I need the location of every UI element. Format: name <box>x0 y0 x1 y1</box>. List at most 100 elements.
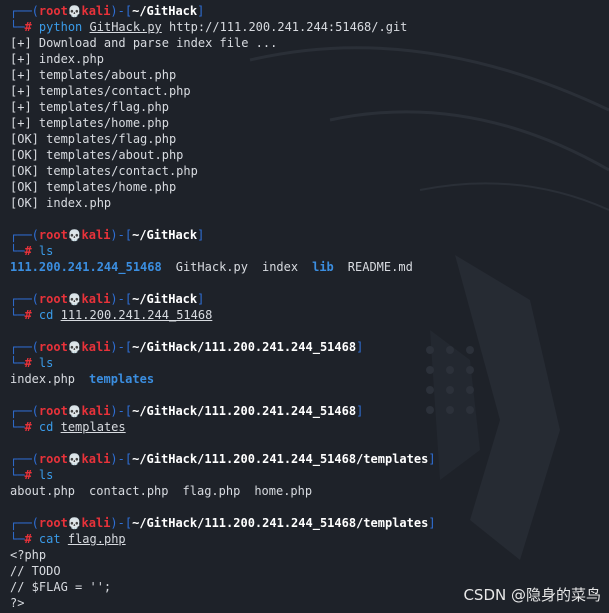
prompt-host: kali <box>81 292 111 306</box>
prompt-bracket-close: ] <box>428 516 436 530</box>
command-output: [+] Download and parse index file ... [+… <box>10 35 605 211</box>
prompt-separator: )-[ <box>110 4 133 18</box>
output-line: [+] templates/flag.php <box>10 100 169 114</box>
command-line: └─# ls <box>10 467 605 483</box>
prompt-user: root <box>38 4 68 18</box>
prompt-header: ┌──(root💀kali)-[~/GitHack/111.200.241.24… <box>10 403 605 419</box>
prompt-host: kali <box>81 4 111 18</box>
prompt-user: root <box>38 228 68 242</box>
prompt-user: root <box>38 516 68 530</box>
prompt-box-top: ┌──( <box>10 4 39 18</box>
prompt-cwd: ~/GitHack <box>132 292 198 306</box>
prompt-user: root <box>38 340 68 354</box>
command-arg-file: GitHack.py <box>89 20 162 34</box>
command-arg-path: templates <box>60 420 126 434</box>
command-name: ls <box>38 468 54 482</box>
prompt-separator: )-[ <box>110 404 133 418</box>
output-line: [+] templates/home.php <box>10 116 169 130</box>
prompt-box-top: ┌──( <box>10 228 39 242</box>
terminal-output: ┌──(root💀kali)-[~/GitHack] └─# python Gi… <box>10 3 605 611</box>
skull-icon: 💀 <box>67 293 82 306</box>
prompt-header: ┌──(root💀kali)-[~/GitHack] <box>10 3 605 19</box>
prompt-cwd: ~/GitHack <box>132 4 198 18</box>
ls-entry-file: GitHack.py <box>175 260 248 274</box>
ls-entry-file: home.php <box>254 484 313 498</box>
output-line: [+] templates/contact.php <box>10 84 191 98</box>
prompt-separator: )-[ <box>110 228 133 242</box>
command-name: cd <box>38 420 54 434</box>
ls-entry-dir: lib <box>312 260 334 274</box>
prompt-host: kali <box>81 340 111 354</box>
prompt-cwd: ~/GitHack <box>132 228 198 242</box>
prompt-box-top: ┌──( <box>10 340 39 354</box>
skull-icon: 💀 <box>67 453 82 466</box>
prompt-hash: # <box>24 532 32 546</box>
prompt-box-bottom: └─ <box>10 420 25 434</box>
prompt-user: root <box>38 452 68 466</box>
prompt-separator: )-[ <box>110 340 133 354</box>
command-line: └─# ls <box>10 243 605 259</box>
prompt-box-top: ┌──( <box>10 452 39 466</box>
prompt-separator: )-[ <box>110 452 133 466</box>
prompt-hash: # <box>24 356 32 370</box>
output-line: [+] index.php <box>10 52 104 66</box>
prompt-box-top: ┌──( <box>10 292 39 306</box>
prompt-box-top: ┌──( <box>10 404 39 418</box>
prompt-cwd: ~/GitHack/111.200.241.244_51468/template… <box>132 452 429 466</box>
prompt-header: ┌──(root💀kali)-[~/GitHack/111.200.241.24… <box>10 515 605 531</box>
output-line: [OK] templates/contact.php <box>10 164 198 178</box>
prompt-user: root <box>38 404 68 418</box>
prompt-hash: # <box>24 244 32 258</box>
prompt-cwd: ~/GitHack/111.200.241.244_51468 <box>132 340 357 354</box>
command-line: └─# python GitHack.py http://111.200.241… <box>10 19 605 35</box>
skull-icon: 💀 <box>67 405 82 418</box>
prompt-hash: # <box>24 20 32 34</box>
prompt-hash: # <box>24 468 32 482</box>
ls-entry-file: contact.php <box>89 484 169 498</box>
prompt-bracket-close: ] <box>428 452 436 466</box>
prompt-header: ┌──(root💀kali)-[~/GitHack/111.200.241.24… <box>10 339 605 355</box>
prompt-hash: # <box>24 308 32 322</box>
skull-icon: 💀 <box>67 341 82 354</box>
prompt-bracket-close: ] <box>356 404 364 418</box>
prompt-box-bottom: └─ <box>10 532 25 546</box>
prompt-bracket-close: ] <box>356 340 364 354</box>
output-line: [OK] index.php <box>10 196 112 210</box>
prompt-box-bottom: └─ <box>10 20 25 34</box>
command-name: cd <box>38 308 54 322</box>
output-line: [OK] templates/flag.php <box>10 132 177 146</box>
output-line: [OK] templates/about.php <box>10 148 184 162</box>
skull-icon: 💀 <box>67 229 82 242</box>
ls-entry-file: about.php <box>10 484 76 498</box>
prompt-box-bottom: └─ <box>10 244 25 258</box>
command-arg-path: 111.200.241.244_51468 <box>60 308 213 322</box>
prompt-separator: )-[ <box>110 292 133 306</box>
skull-icon: 💀 <box>67 517 82 530</box>
command-name: ls <box>38 244 54 258</box>
command-arg-url: http://111.200.241.244:51468/.git <box>161 20 408 34</box>
prompt-box-bottom: └─ <box>10 356 25 370</box>
command-line: └─# cat flag.php <box>10 531 605 547</box>
command-arg-file: flag.php <box>67 532 126 546</box>
prompt-header: ┌──(root💀kali)-[~/GitHack/111.200.241.24… <box>10 451 605 467</box>
prompt-host: kali <box>81 228 111 242</box>
ls-entry-dir: templates <box>89 372 155 386</box>
prompt-bracket-close: ] <box>197 292 205 306</box>
output-line: <?php <box>10 548 47 562</box>
ls-listing: about.php contact.php flag.php home.php <box>10 483 605 499</box>
prompt-box-bottom: └─ <box>10 468 25 482</box>
prompt-bracket-close: ] <box>197 4 205 18</box>
command-name: ls <box>38 356 54 370</box>
output-line: [+] templates/about.php <box>10 68 177 82</box>
command-name: cat <box>38 532 61 546</box>
prompt-host: kali <box>81 516 111 530</box>
ls-entry-file: flag.php <box>182 484 241 498</box>
prompt-host: kali <box>81 452 111 466</box>
output-line: [+] Download and parse index file ... <box>10 36 278 50</box>
ls-listing: 111.200.241.244_51468 GitHack.py index lib R… <box>10 259 605 275</box>
ls-entry-file: README.md <box>347 260 413 274</box>
prompt-separator: )-[ <box>110 516 133 530</box>
prompt-host: kali <box>81 404 111 418</box>
prompt-header: ┌──(root💀kali)-[~/GitHack] <box>10 227 605 243</box>
prompt-header: ┌──(root💀kali)-[~/GitHack] <box>10 291 605 307</box>
